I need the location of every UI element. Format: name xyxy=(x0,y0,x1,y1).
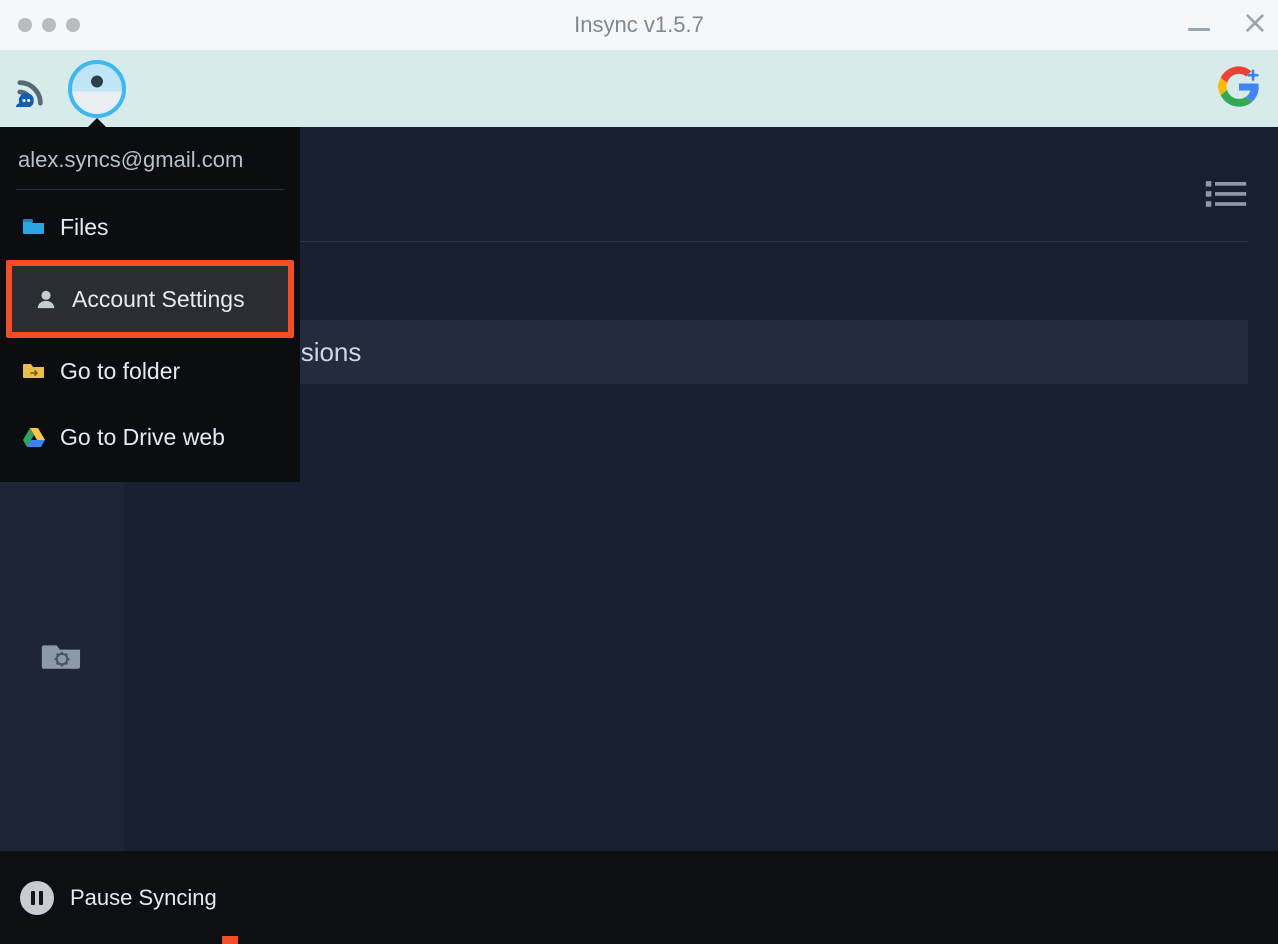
footer-bar: Pause Syncing xyxy=(0,851,1278,944)
minimize-icon xyxy=(1188,28,1210,31)
person-icon xyxy=(34,287,58,311)
folder-row[interactable]: Submissions xyxy=(160,320,1248,384)
google-drive-icon xyxy=(22,425,46,449)
folder-arrow-icon xyxy=(22,359,46,383)
menu-item-go-to-folder[interactable]: Go to folder xyxy=(0,338,300,404)
pause-syncing-button[interactable] xyxy=(20,881,54,915)
feed-icon[interactable] xyxy=(16,77,46,107)
traffic-light-minimize[interactable] xyxy=(42,18,56,32)
folder-list: Movies Submissions xyxy=(154,256,1248,384)
footer-accent xyxy=(222,936,238,944)
window-close-button[interactable] xyxy=(1244,12,1266,39)
window-title: Insync v1.5.7 xyxy=(0,12,1278,38)
menu-label: Go to Drive web xyxy=(60,424,225,451)
highlighted-menu-wrapper: Account Settings xyxy=(6,260,294,338)
menu-label: Go to folder xyxy=(60,358,180,385)
window-minimize-button[interactable] xyxy=(1188,20,1210,31)
close-icon xyxy=(1244,12,1266,34)
settings-folder-icon xyxy=(40,640,84,674)
traffic-light-zoom[interactable] xyxy=(66,18,80,32)
pause-icon xyxy=(31,891,43,905)
menu-label: Files xyxy=(60,214,109,241)
add-google-account-button[interactable] xyxy=(1218,65,1260,112)
window-traffic-lights xyxy=(0,18,80,32)
dropdown-divider xyxy=(16,189,284,190)
account-bar xyxy=(0,50,1278,127)
google-plus-icon xyxy=(1218,65,1260,107)
menu-item-go-to-drive-web[interactable]: Go to Drive web xyxy=(0,404,300,470)
view-toggle-button[interactable] xyxy=(1204,178,1248,213)
account-dropdown: alex.syncs@gmail.com Files Account Setti… xyxy=(0,127,300,482)
list-view-icon xyxy=(1204,178,1248,208)
titlebar: Insync v1.5.7 xyxy=(0,0,1278,50)
menu-item-files[interactable]: Files xyxy=(0,194,300,260)
account-avatar[interactable] xyxy=(68,60,126,118)
account-email: alex.syncs@gmail.com xyxy=(0,127,300,189)
menu-label: Account Settings xyxy=(72,286,245,313)
header-divider xyxy=(154,241,1248,242)
pause-syncing-label: Pause Syncing xyxy=(70,885,217,911)
folder-row[interactable]: Movies xyxy=(160,256,1248,320)
avatar-image xyxy=(68,60,126,118)
files-icon xyxy=(22,215,46,239)
menu-item-account-settings[interactable]: Account Settings xyxy=(12,266,288,332)
sidebar-item-settings[interactable] xyxy=(38,637,86,677)
traffic-light-close[interactable] xyxy=(18,18,32,32)
